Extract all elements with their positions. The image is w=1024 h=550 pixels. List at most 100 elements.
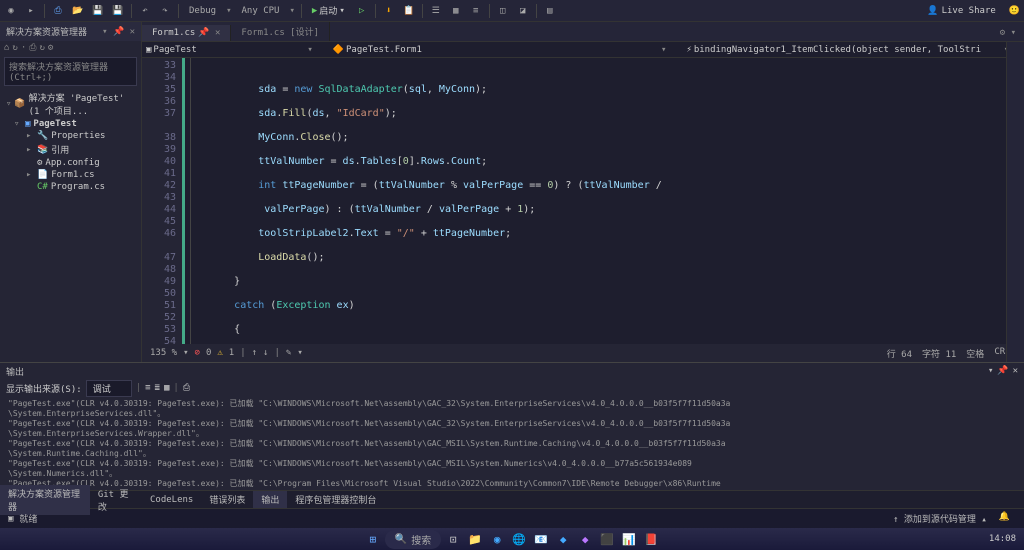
start-button[interactable]: ⊞	[363, 530, 383, 548]
dropdown-icon[interactable]: ▾	[988, 366, 993, 376]
editor-area: Form1.cs 📌 ✕ Form1.cs [设计] ⚙ ▾ ▣ PageTes…	[142, 22, 1024, 362]
output-panel: 输出 ▾📌✕ 显示输出来源(S): 调试 | ≡ ≣ ▦ | ⎙ "PageTe…	[0, 362, 1024, 508]
close-icon[interactable]: 📌 ✕	[198, 28, 220, 38]
output-source-dropdown[interactable]: 调试	[86, 380, 132, 397]
filter-icon[interactable]: ⚙	[48, 43, 53, 53]
line-gutter: 333435 3637 383940 414243 444546 4748 49…	[142, 58, 182, 344]
app-icon[interactable]: 📁	[465, 530, 485, 548]
tool-icon-1[interactable]: 📋	[402, 4, 416, 18]
tab-form1-design[interactable]: Form1.cs [设计]	[231, 22, 330, 41]
project-node[interactable]: ▿▣ PageTest	[2, 118, 139, 130]
program-node[interactable]: C# Program.cs	[2, 181, 139, 193]
chrome-icon[interactable]: 🌐	[509, 530, 529, 548]
solution-header: 解决方案资源管理器 ▾ 📌 ✕	[0, 22, 141, 41]
line-indicator[interactable]: 行 64	[887, 347, 912, 360]
nav-project[interactable]: ▣ PageTest▾	[146, 45, 313, 55]
tab-solution-explorer[interactable]: 解决方案资源管理器	[0, 485, 90, 515]
edge-icon[interactable]: ◉	[487, 530, 507, 548]
taskbar-search[interactable]: 🔍 搜索	[385, 530, 441, 549]
tool-icon-4[interactable]: ≡	[469, 4, 483, 18]
form1-node[interactable]: ▸📄 Form1.cs	[2, 169, 139, 181]
vs-statusbar: ▣ 就绪 ↑ 添加到源代码管理 ▴ 🔔	[0, 508, 1024, 528]
arrow-up-icon[interactable]: ↑	[252, 348, 257, 358]
properties-node[interactable]: ▸🔧 Properties	[2, 130, 139, 142]
nav-class[interactable]: 🔶 PageTest.Form1▾	[333, 45, 667, 55]
app-icon[interactable]: 📕	[641, 530, 661, 548]
platform-dropdown[interactable]: Any CPU	[238, 5, 284, 17]
code-editor[interactable]: sda = new SqlDataAdapter(sql, MyConn); s…	[182, 58, 1024, 344]
ready-label: 就绪	[13, 512, 43, 525]
tab-codelens[interactable]: CodeLens	[142, 493, 201, 507]
start-button[interactable]: ▶ 启动 ▾	[308, 3, 349, 18]
notification-icon[interactable]: 🔔	[993, 512, 1016, 525]
tab-form1cs[interactable]: Form1.cs 📌 ✕	[142, 25, 231, 41]
nav-fwd-icon[interactable]: ▸	[24, 4, 38, 18]
warning-icon[interactable]: ⚠	[217, 348, 222, 358]
output-source-label: 显示输出来源(S):	[6, 382, 82, 395]
live-share-button[interactable]: 👤 Live Share 🙂	[927, 6, 1020, 16]
bottom-tabs: 解决方案资源管理器 Git 更改 CodeLens 错误列表 输出 程序包管理器…	[0, 490, 1024, 508]
nav-bar: ▣ PageTest▾ 🔶 PageTest.Form1▾ ⚡ bindingN…	[142, 42, 1024, 58]
undo-icon[interactable]: ↶	[138, 4, 152, 18]
new-icon[interactable]: ⎙	[51, 4, 65, 18]
redo-icon[interactable]: ↷	[158, 4, 172, 18]
tool-icon[interactable]: ▦	[164, 383, 169, 393]
refs-node[interactable]: ▸📚 引用	[2, 142, 139, 157]
app-icon[interactable]: ⬛	[597, 530, 617, 548]
step-icon[interactable]: ⬇	[382, 4, 396, 18]
toggle-icon[interactable]: ≣	[155, 383, 160, 393]
windows-taskbar: ⊞ 🔍 搜索 ⊡ 📁 ◉ 🌐 📧 ◆ ◆ ⬛ 📊 📕 14:08	[0, 528, 1024, 550]
arrow-down-icon[interactable]: ↓	[263, 348, 268, 358]
pin-icon[interactable]: ▾ 📌 ✕	[102, 27, 135, 37]
main-toolbar: ◉ ▸ ⎙ 📂 💾 💾 ↶ ↷ Debug ▾ Any CPU ▾ ▶ 启动 ▾…	[0, 0, 1024, 22]
output-body[interactable]: "PageTest.exe"(CLR v4.0.30319: PageTest.…	[0, 397, 1024, 490]
task-view-icon[interactable]: ⊡	[443, 530, 463, 548]
appconfig-node[interactable]: ⚙ App.config	[2, 157, 139, 169]
solution-root[interactable]: ▿📦 解决方案 'PageTest' (1 个项目...	[2, 90, 139, 118]
close-icon[interactable]: ✕	[1013, 366, 1018, 376]
app-icon[interactable]: 📧	[531, 530, 551, 548]
vs-icon[interactable]: ◆	[575, 530, 595, 548]
open-icon[interactable]: 📂	[71, 4, 85, 18]
source-control-button[interactable]: ↑ 添加到源代码管理 ▴	[887, 512, 993, 525]
refresh-icon[interactable]: ↻	[39, 43, 44, 53]
tool-icon[interactable]: ⚙ ▾	[992, 25, 1024, 41]
tab-pkg-mgr[interactable]: 程序包管理器控制台	[287, 491, 384, 508]
tool-icon-7[interactable]: ▤	[543, 4, 557, 18]
tool-icon-2[interactable]: ☰	[429, 4, 443, 18]
start-noDebug-icon[interactable]: ▷	[355, 4, 369, 18]
error-icon[interactable]: ⊘	[195, 348, 200, 358]
solution-search-input[interactable]: 搜索解决方案资源管理器(Ctrl+;)	[4, 57, 137, 86]
zoom-level[interactable]: 135 %	[150, 348, 177, 358]
spaces-indicator[interactable]: 空格	[966, 347, 984, 360]
tool-icon[interactable]: ✎	[286, 348, 291, 358]
home-icon[interactable]: ⌂	[4, 43, 9, 53]
share-icon: 👤	[927, 6, 938, 16]
config-dropdown[interactable]: Debug	[185, 5, 220, 17]
tool-icon-5[interactable]: ◫	[496, 4, 510, 18]
save-icon[interactable]: 💾	[91, 4, 105, 18]
editor-tabs: Form1.cs 📌 ✕ Form1.cs [设计] ⚙ ▾	[142, 22, 1024, 42]
tab-error-list[interactable]: 错误列表	[201, 491, 253, 508]
pin-icon[interactable]: 📌	[997, 366, 1008, 376]
nav-back-icon[interactable]: ◉	[4, 4, 18, 18]
tool-icon[interactable]: ⎙	[183, 383, 190, 393]
solution-toolbar: ⌂ ↻ · ⎙ ↻ ⚙	[0, 41, 141, 55]
tool-icon-3[interactable]: ▦	[449, 4, 463, 18]
tab-output[interactable]: 输出	[253, 491, 287, 508]
sync-icon[interactable]: ↻	[12, 43, 17, 53]
save-all-icon[interactable]: 💾	[111, 4, 125, 18]
feedback-icon[interactable]: 🙂	[1009, 6, 1020, 16]
toolbox-sidebar[interactable]	[1006, 42, 1024, 362]
clear-icon[interactable]: ≡	[145, 383, 150, 393]
editor-statusbar: 135 % ▾ ⊘0 ⚠1 | ↑ ↓ | ✎ ▾ 行 64 字符 11 空格 …	[142, 344, 1024, 362]
solution-explorer: 解决方案资源管理器 ▾ 📌 ✕ ⌂ ↻ · ⎙ ↻ ⚙ 搜索解决方案资源管理器(…	[0, 22, 142, 362]
nav-method[interactable]: ⚡ bindingNavigator1_ItemClicked(object s…	[686, 45, 1020, 55]
clock[interactable]: 14:08	[989, 534, 1016, 544]
col-indicator[interactable]: 字符 11	[922, 347, 956, 360]
tool-icon-6[interactable]: ◪	[516, 4, 530, 18]
app-icon[interactable]: 📊	[619, 530, 639, 548]
tool-icon[interactable]: ⎙	[29, 43, 36, 53]
vscode-icon[interactable]: ◆	[553, 530, 573, 548]
tab-git-changes[interactable]: Git 更改	[90, 485, 142, 515]
